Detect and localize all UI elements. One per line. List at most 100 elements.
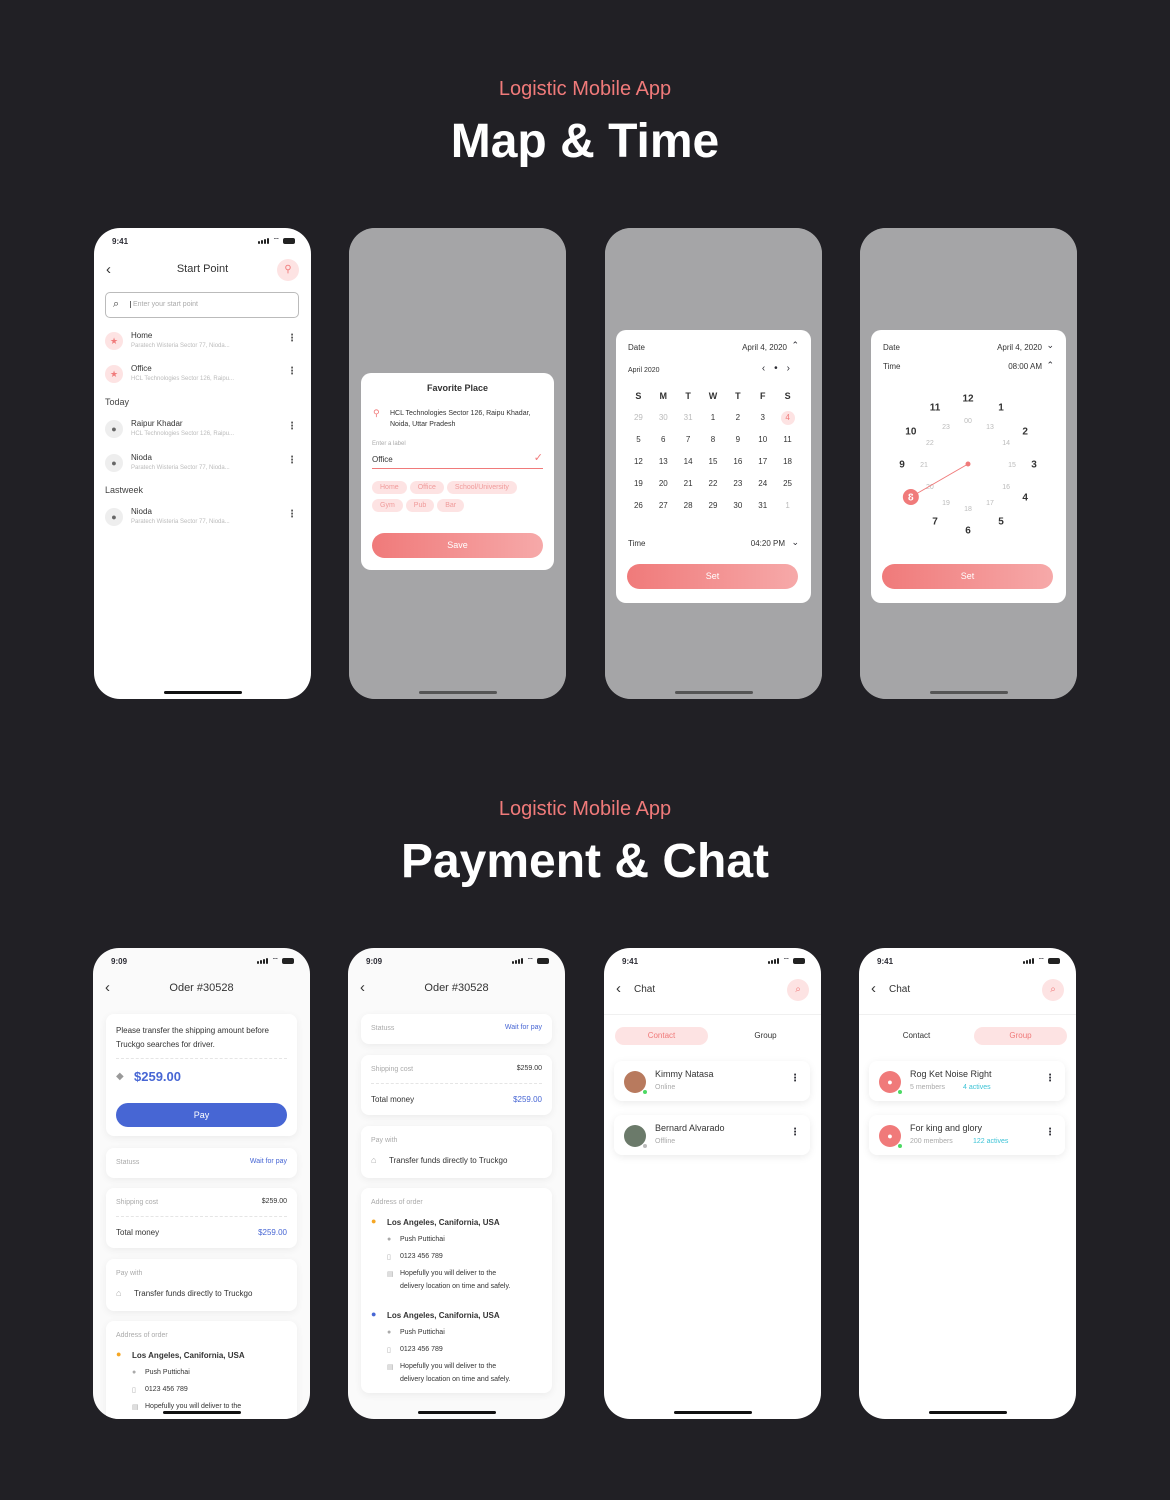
calendar-day[interactable]: 30	[651, 410, 676, 426]
month-nav[interactable]: ‹•›	[762, 363, 799, 374]
calendar-day[interactable]: 27	[651, 498, 676, 514]
tab-contact[interactable]: Contact	[615, 1027, 708, 1045]
more-icon[interactable]: ⋮	[1045, 1127, 1055, 1138]
more-icon[interactable]: ⋮	[790, 1073, 800, 1084]
more-icon[interactable]: ⋮	[287, 509, 297, 520]
calendar-day[interactable]: 14	[676, 454, 701, 470]
tab-contact[interactable]: Contact	[870, 1027, 963, 1045]
calendar-day[interactable]: 5	[626, 432, 651, 448]
contact-item[interactable]: Kimmy Natasa Online ⋮	[614, 1061, 810, 1101]
list-item[interactable]: ● Raipur Khadar HCL Technologies Sector …	[105, 416, 299, 446]
calendar-day[interactable]: 4	[780, 411, 795, 425]
contact-item[interactable]: Bernard Alvarado Offline ⋮	[614, 1115, 810, 1155]
calendar-day[interactable]: 15	[701, 454, 726, 470]
tag-chip[interactable]: Gym	[372, 499, 403, 512]
group-item[interactable]: ● Rog Ket Noise Right 5 members 4 active…	[869, 1061, 1065, 1101]
tag-chip[interactable]: Office	[409, 481, 444, 494]
list-item[interactable]: ● Nioda Paratech Wisteria Sector 77, Nio…	[105, 504, 299, 534]
tag-chip[interactable]: School/University	[446, 481, 517, 494]
calendar-day[interactable]: 3	[750, 410, 775, 426]
calendar-day[interactable]: 30	[725, 498, 750, 514]
clock-hour[interactable]: 9	[899, 460, 905, 471]
map-pin-icon[interactable]: ⚲	[277, 259, 299, 281]
calendar-day[interactable]: 11	[775, 432, 800, 448]
clock-hour[interactable]: 11	[930, 402, 941, 413]
back-icon[interactable]: ‹	[871, 980, 876, 997]
chevron-down-icon[interactable]: ⌄	[1046, 340, 1054, 351]
chevron-up-icon[interactable]: ⌃	[791, 340, 799, 351]
clock-hour[interactable]: 12	[962, 394, 974, 405]
calendar-day[interactable]: 23	[725, 476, 750, 492]
more-icon[interactable]: ⋮	[287, 455, 297, 466]
search-icon[interactable]: ⌕	[787, 979, 809, 1001]
calendar-day[interactable]: 20	[651, 476, 676, 492]
more-icon[interactable]: ⋮	[287, 366, 297, 377]
clock-hour-inner[interactable]: 16	[1002, 484, 1010, 491]
calendar-day[interactable]: 25	[775, 476, 800, 492]
tab-group[interactable]: Group	[974, 1027, 1067, 1045]
calendar-day[interactable]: 22	[701, 476, 726, 492]
calendar-day[interactable]: 31	[676, 410, 701, 426]
clock-hour-inner[interactable]: 14	[1002, 440, 1010, 447]
calendar-day[interactable]: 24	[750, 476, 775, 492]
clock-hour[interactable]: 4	[1022, 493, 1028, 504]
tag-chip[interactable]: Home	[372, 481, 407, 494]
list-item[interactable]: ● Nioda Paratech Wisteria Sector 77, Nio…	[105, 450, 299, 480]
save-button[interactable]: Save	[372, 533, 543, 558]
clock-hour-inner[interactable]: 18	[964, 506, 972, 513]
calendar-day[interactable]: 18	[775, 454, 800, 470]
clock-hour[interactable]: 5	[998, 517, 1004, 528]
pay-button[interactable]: Pay	[116, 1103, 287, 1127]
calendar-day[interactable]: 16	[725, 454, 750, 470]
calendar-day[interactable]: 28	[676, 498, 701, 514]
calendar-day[interactable]: 31	[750, 498, 775, 514]
more-icon[interactable]: ⋮	[287, 333, 297, 344]
date-value[interactable]: April 4, 2020	[742, 343, 787, 352]
calendar-day[interactable]: 12	[626, 454, 651, 470]
calendar-day[interactable]: 8	[701, 432, 726, 448]
clock-hour-inner[interactable]: 23	[942, 424, 950, 431]
calendar-day[interactable]: 10	[750, 432, 775, 448]
calendar-day[interactable]: 19	[626, 476, 651, 492]
list-item[interactable]: ★ Office HCL Technologies Sector 126, Ra…	[105, 361, 299, 391]
set-button[interactable]: Set	[627, 564, 798, 589]
calendar-day[interactable]: 17	[750, 454, 775, 470]
back-icon[interactable]: ‹	[616, 980, 621, 997]
clock-hour[interactable]: 8	[908, 493, 914, 504]
calendar-day[interactable]: 6	[651, 432, 676, 448]
search-input[interactable]: ⌕ Enter your start point	[105, 292, 299, 318]
clock-hour-inner[interactable]: 00	[964, 418, 972, 425]
calendar-day[interactable]: 9	[725, 432, 750, 448]
chevron-up-icon[interactable]: ⌃	[1046, 360, 1054, 371]
set-button[interactable]: Set	[882, 564, 1053, 589]
group-item[interactable]: ● For king and glory 200 members 122 act…	[869, 1115, 1065, 1155]
calendar-day[interactable]: 1	[775, 498, 800, 514]
clock-hour[interactable]: 3	[1031, 460, 1037, 471]
time-value[interactable]: 04:20 PM	[751, 539, 785, 548]
search-icon[interactable]: ⌕	[1042, 979, 1064, 1001]
more-icon[interactable]: ⋮	[790, 1127, 800, 1138]
clock-hour-inner[interactable]: 19	[942, 500, 950, 507]
tag-chip[interactable]: Pub	[405, 499, 435, 512]
clock-hour-inner[interactable]: 22	[926, 440, 934, 447]
clock-hour-inner[interactable]: 13	[986, 424, 994, 431]
list-item[interactable]: ★ Home Paratech Wisteria Sector 77, Niod…	[105, 328, 299, 358]
calendar-day[interactable]: 29	[701, 498, 726, 514]
clock-hour[interactable]: 7	[932, 517, 938, 528]
clock-hour[interactable]: 10	[905, 427, 917, 438]
clock-hour[interactable]: 2	[1022, 427, 1028, 438]
calendar-day[interactable]: 7	[676, 432, 701, 448]
clock-hour-inner[interactable]: 17	[986, 500, 994, 507]
clock-hour-inner[interactable]: 15	[1008, 462, 1016, 469]
date-value[interactable]: April 4, 2020	[997, 343, 1042, 352]
tab-group[interactable]: Group	[719, 1027, 812, 1045]
more-icon[interactable]: ⋮	[1045, 1073, 1055, 1084]
tag-chip[interactable]: Bar	[437, 499, 465, 512]
more-icon[interactable]: ⋮	[287, 421, 297, 432]
clock-face[interactable]: 121234567891011001314151617181920212223	[871, 386, 1066, 546]
calendar-day[interactable]: 2	[725, 410, 750, 426]
clock-hour[interactable]: 1	[998, 402, 1004, 413]
calendar-day[interactable]: 29	[626, 410, 651, 426]
time-value[interactable]: 08:00 AM	[1008, 362, 1042, 371]
calendar-day[interactable]: 1	[701, 410, 726, 426]
